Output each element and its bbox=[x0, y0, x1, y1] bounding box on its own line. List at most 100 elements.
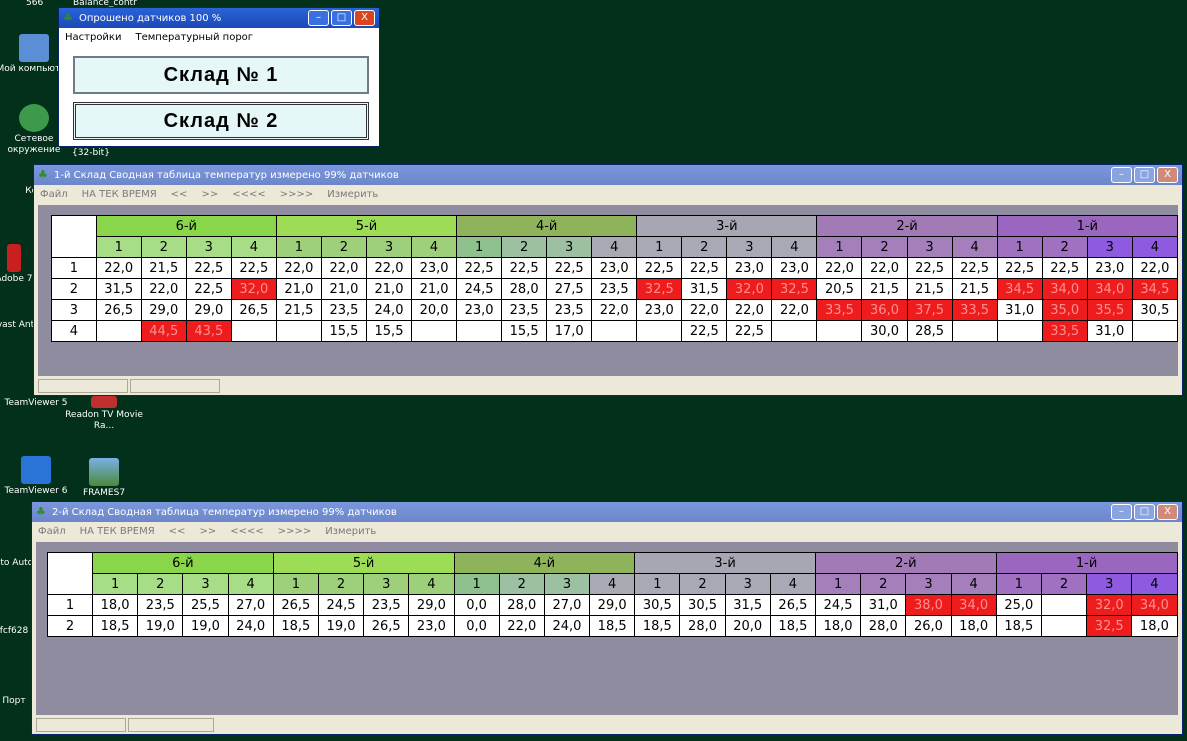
temperature-cell[interactable]: 31,5 bbox=[724, 594, 771, 616]
temperature-cell[interactable]: 24,0 bbox=[543, 615, 591, 637]
menu-next[interactable]: >> bbox=[201, 189, 218, 200]
temperature-cell[interactable]: 15,5 bbox=[320, 320, 367, 342]
temperature-cell[interactable]: 29,0 bbox=[185, 299, 232, 321]
temperature-cell[interactable]: 23,5 bbox=[591, 278, 638, 300]
temperature-cell[interactable]: 24,5 bbox=[317, 594, 365, 616]
minimize-button[interactable]: – bbox=[1111, 504, 1132, 520]
temperature-cell[interactable]: 18,5 bbox=[634, 615, 681, 637]
temperature-cell[interactable]: 22,5 bbox=[996, 257, 1043, 279]
temperature-cell[interactable]: 31,0 bbox=[1086, 320, 1133, 342]
menu-prev-fast[interactable]: <<<< bbox=[232, 189, 266, 200]
temperature-cell[interactable]: 22,0 bbox=[365, 257, 413, 279]
temperature-cell[interactable] bbox=[951, 320, 998, 342]
temperature-cell[interactable] bbox=[411, 320, 458, 342]
temperature-cell[interactable] bbox=[996, 320, 1043, 342]
temperature-cell[interactable]: 22,0 bbox=[591, 299, 638, 321]
temperature-cell[interactable] bbox=[95, 320, 142, 342]
temperature-cell[interactable]: 22,0 bbox=[861, 257, 908, 279]
temperature-cell[interactable]: 30,5 bbox=[679, 594, 726, 616]
temperature-cell[interactable]: 34,0 bbox=[950, 594, 997, 616]
temperature-cell[interactable]: 23,0 bbox=[636, 299, 683, 321]
minimize-button[interactable]: – bbox=[1111, 167, 1132, 183]
temperature-cell[interactable]: 17,0 bbox=[546, 320, 593, 342]
temperature-cell[interactable]: 23,0 bbox=[726, 257, 773, 279]
temperature-cell[interactable]: 23,5 bbox=[137, 594, 184, 616]
temperature-cell[interactable]: 31,0 bbox=[996, 299, 1043, 321]
temperature-cell[interactable]: 23,5 bbox=[320, 299, 367, 321]
temperature-cell[interactable]: 22,0 bbox=[681, 299, 728, 321]
temperature-cell[interactable]: 21,5 bbox=[275, 299, 322, 321]
temperature-cell[interactable]: 22,5 bbox=[1041, 257, 1088, 279]
temperature-cell[interactable]: 32,0 bbox=[726, 278, 773, 300]
temperature-cell[interactable]: 19,0 bbox=[137, 615, 184, 637]
temperature-cell[interactable]: 21,5 bbox=[951, 278, 998, 300]
menu-next-fast[interactable]: >>>> bbox=[280, 189, 314, 200]
temperature-cell[interactable]: 26,0 bbox=[905, 615, 952, 637]
temperature-cell[interactable]: 22,0 bbox=[95, 257, 142, 279]
temperature-cell[interactable]: 31,5 bbox=[681, 278, 728, 300]
temperature-cell[interactable]: 22,5 bbox=[636, 257, 683, 279]
store-1-button[interactable]: Склад № 1 bbox=[73, 56, 369, 94]
temperature-cell[interactable]: 29,0 bbox=[408, 594, 455, 616]
temperature-cell[interactable]: 29,0 bbox=[140, 299, 187, 321]
temperature-cell[interactable]: 0,0 bbox=[453, 594, 500, 616]
temperature-cell[interactable]: 21,0 bbox=[411, 278, 458, 300]
temperature-cell[interactable]: 35,5 bbox=[1086, 299, 1133, 321]
temperature-cell[interactable]: 26,5 bbox=[95, 299, 142, 321]
temperature-cell[interactable]: 22,5 bbox=[501, 257, 548, 279]
store-2-button[interactable]: Склад № 2 bbox=[73, 102, 369, 140]
desktop-icon-frames7[interactable]: FRAMES7 bbox=[64, 458, 144, 499]
temperature-cell[interactable]: 25,0 bbox=[995, 594, 1042, 616]
temperature-cell[interactable]: 35,0 bbox=[1041, 299, 1088, 321]
temperature-cell[interactable]: 36,0 bbox=[861, 299, 908, 321]
temperature-cell[interactable]: 23,0 bbox=[456, 299, 503, 321]
temperature-cell[interactable]: 15,5 bbox=[365, 320, 413, 342]
close-button[interactable]: X bbox=[354, 10, 375, 26]
temperature-cell[interactable]: 31,0 bbox=[860, 594, 907, 616]
temperature-cell[interactable]: 34,0 bbox=[1086, 278, 1133, 300]
temperature-cell[interactable] bbox=[1040, 615, 1088, 637]
temperature-cell[interactable]: 21,5 bbox=[861, 278, 908, 300]
temperature-cell[interactable]: 22,5 bbox=[951, 257, 998, 279]
menu-settings[interactable]: Настройки bbox=[65, 32, 121, 43]
temperature-cell[interactable]: 26,5 bbox=[769, 594, 817, 616]
temperature-cell[interactable]: 0,0 bbox=[453, 615, 500, 637]
temperature-cell[interactable] bbox=[591, 320, 638, 342]
temperature-cell[interactable]: 33,5 bbox=[816, 299, 863, 321]
temperature-cell[interactable]: 22,0 bbox=[320, 257, 367, 279]
temperature-cell[interactable]: 23,5 bbox=[501, 299, 548, 321]
temperature-cell[interactable]: 18,0 bbox=[91, 594, 139, 616]
temperature-cell[interactable]: 18,0 bbox=[1131, 615, 1178, 637]
temperature-cell[interactable]: 23,0 bbox=[771, 257, 818, 279]
temperature-cell[interactable]: 24,0 bbox=[365, 299, 413, 321]
temperature-cell[interactable]: 28,0 bbox=[501, 278, 548, 300]
temperature-cell[interactable]: 28,0 bbox=[679, 615, 726, 637]
temperature-cell[interactable]: 37,5 bbox=[906, 299, 953, 321]
temperature-cell[interactable]: 32,0 bbox=[1086, 594, 1133, 616]
temperature-cell[interactable]: 22,0 bbox=[498, 615, 545, 637]
temperature-cell[interactable]: 21,0 bbox=[275, 278, 322, 300]
temperature-cell[interactable]: 32,5 bbox=[636, 278, 683, 300]
close-button[interactable]: X bbox=[1157, 504, 1178, 520]
temperature-cell[interactable]: 26,5 bbox=[272, 594, 319, 616]
temperature-cell[interactable]: 24,0 bbox=[227, 615, 274, 637]
menu-prev[interactable]: << bbox=[171, 189, 188, 200]
temperature-cell[interactable]: 19,0 bbox=[182, 615, 229, 637]
temperature-cell[interactable]: 22,5 bbox=[185, 257, 232, 279]
temperature-cell[interactable]: 34,0 bbox=[1131, 594, 1178, 616]
temperature-cell[interactable]: 18,5 bbox=[91, 615, 139, 637]
temperature-cell[interactable]: 23,0 bbox=[591, 257, 638, 279]
temperature-cell[interactable]: 43,5 bbox=[185, 320, 232, 342]
temperature-cell[interactable]: 18,5 bbox=[589, 615, 636, 637]
desktop-icon-32bit[interactable]: {32-bit} bbox=[66, 148, 116, 159]
menu-current-time[interactable]: НА ТЕК ВРЕМЯ bbox=[82, 189, 157, 200]
temperature-cell[interactable]: 30,5 bbox=[634, 594, 681, 616]
temperature-cell[interactable]: 28,5 bbox=[906, 320, 953, 342]
temperature-cell[interactable]: 22,5 bbox=[681, 320, 728, 342]
temperature-cell[interactable] bbox=[771, 320, 818, 342]
temperature-cell[interactable]: 34,5 bbox=[1131, 278, 1179, 300]
temperature-cell[interactable]: 32,5 bbox=[1086, 615, 1133, 637]
maximize-button[interactable]: □ bbox=[1134, 167, 1155, 183]
temperature-cell[interactable]: 22,5 bbox=[456, 257, 503, 279]
temperature-cell[interactable]: 24,5 bbox=[814, 594, 862, 616]
